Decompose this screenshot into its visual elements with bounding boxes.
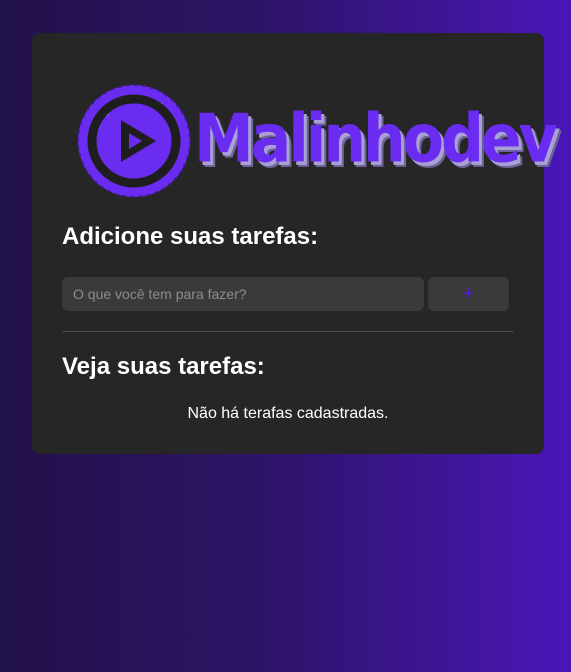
brand-logo-text: Malinhodev xyxy=(194,99,558,179)
section-divider xyxy=(62,331,514,332)
add-task-button[interactable]: + xyxy=(428,277,509,311)
brand-logo: Malinhodev xyxy=(76,83,558,199)
empty-task-list-message: Não há terafas cadastradas. xyxy=(187,405,389,422)
todo-card: Malinhodev Adicione suas tarefas: + Veja… xyxy=(32,33,558,454)
task-input[interactable] xyxy=(62,277,424,311)
add-tasks-heading: Adicione suas tarefas: xyxy=(62,223,319,250)
view-tasks-heading: Veja suas tarefas: xyxy=(62,353,265,380)
play-icon xyxy=(77,84,191,198)
